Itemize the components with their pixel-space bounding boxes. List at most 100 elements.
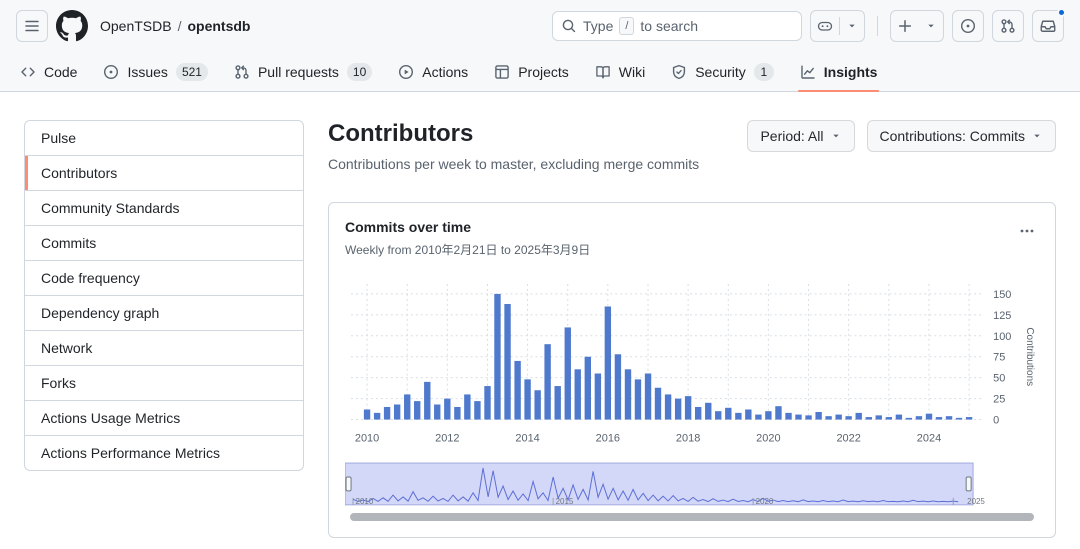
tab-security[interactable]: Security 1	[663, 52, 782, 91]
graph-icon	[800, 64, 816, 80]
your-issues-button[interactable]	[952, 10, 984, 42]
three-bars-icon	[24, 18, 40, 34]
tab-actions[interactable]: Actions	[390, 52, 476, 91]
kebab-horizontal-icon	[1019, 223, 1035, 239]
svg-text:2015: 2015	[556, 497, 574, 506]
tab-insights[interactable]: Insights	[792, 52, 886, 91]
horizontal-scrollbar[interactable]	[345, 513, 1039, 521]
breadcrumb-org-link[interactable]: OpenTSDB	[100, 18, 172, 34]
card-title: Commits over time	[345, 219, 590, 235]
tab-label: Code	[44, 64, 77, 80]
tab-pull-requests[interactable]: Pull requests 10	[226, 52, 380, 91]
sidebar-item-network[interactable]: Network	[25, 330, 303, 365]
issue-opened-icon	[960, 18, 976, 34]
plus-icon	[897, 18, 913, 34]
tab-label: Pull requests	[258, 64, 339, 80]
shield-icon	[671, 64, 687, 80]
tab-label: Actions	[422, 64, 468, 80]
svg-text:0: 0	[993, 415, 999, 427]
copilot-icon	[817, 18, 833, 34]
main-title-block: Contributors Contributions per week to m…	[328, 120, 699, 172]
tab-label: Security	[695, 64, 746, 80]
sidebar-item-pulse[interactable]: Pulse	[25, 121, 303, 155]
sidebar-item-dependency-graph[interactable]: Dependency graph	[25, 295, 303, 330]
contributions-dropdown-label: Contributions: Commits	[880, 128, 1026, 144]
tab-projects[interactable]: Projects	[486, 52, 577, 91]
tab-label: Issues	[127, 64, 167, 80]
sidebar-item-actions-performance-metrics[interactable]: Actions Performance Metrics	[25, 435, 303, 470]
breadcrumb: OpenTSDB / opentsdb	[100, 18, 250, 34]
page-title: Contributors	[328, 120, 699, 148]
github-logo[interactable]	[56, 10, 88, 42]
git-pull-request-icon	[1000, 18, 1016, 34]
svg-text:2018: 2018	[676, 432, 700, 444]
issue-opened-icon	[103, 64, 119, 80]
slash-key-hint: /	[619, 17, 634, 35]
tab-wiki[interactable]: Wiki	[587, 52, 653, 91]
pull-requests-count-badge: 10	[347, 63, 372, 81]
search-placeholder-prefix: Type	[583, 18, 613, 34]
svg-text:150: 150	[993, 289, 1011, 301]
create-new-dropdown-area[interactable]	[919, 11, 943, 41]
sidebar-item-contributors[interactable]: Contributors	[25, 155, 303, 190]
table-icon	[494, 64, 510, 80]
sidebar-item-community-standards[interactable]: Community Standards	[25, 190, 303, 225]
insights-sidebar: Pulse Contributors Community Standards C…	[24, 120, 304, 471]
contributions-dropdown-button[interactable]: Contributions: Commits	[867, 120, 1057, 152]
tab-label: Projects	[518, 64, 569, 80]
svg-text:2010: 2010	[355, 432, 379, 444]
search-icon	[561, 18, 577, 34]
page-subtitle: Contributions per week to master, exclud…	[328, 156, 699, 172]
tab-issues[interactable]: Issues 521	[95, 52, 216, 91]
page-content: Pulse Contributors Community Standards C…	[0, 92, 1080, 538]
svg-text:2025: 2025	[967, 497, 985, 506]
tab-code[interactable]: Code	[12, 52, 85, 91]
copilot-button[interactable]	[810, 10, 865, 42]
chart-range-brush[interactable]: 2010 2015 2020 2025	[345, 461, 1039, 507]
header-divider	[877, 16, 878, 36]
tab-label: Wiki	[619, 64, 645, 80]
issues-count-badge: 521	[176, 63, 208, 81]
create-new-button[interactable]	[890, 10, 944, 42]
your-pull-requests-button[interactable]	[992, 10, 1024, 42]
book-icon	[595, 64, 611, 80]
sidebar-item-commits[interactable]: Commits	[25, 225, 303, 260]
inbox-icon	[1040, 18, 1056, 34]
period-dropdown-button[interactable]: Period: All	[747, 120, 854, 152]
copilot-dropdown-area[interactable]	[840, 11, 864, 41]
svg-text:2016: 2016	[596, 432, 620, 444]
sidebar-item-forks[interactable]: Forks	[25, 365, 303, 400]
breadcrumb-separator: /	[178, 18, 182, 34]
svg-text:25: 25	[993, 394, 1005, 406]
sidebar-item-actions-usage-metrics[interactable]: Actions Usage Metrics	[25, 400, 303, 435]
search-placeholder-suffix: to search	[640, 18, 698, 34]
svg-text:100: 100	[993, 331, 1011, 343]
notifications-button[interactable]	[1032, 10, 1064, 42]
breadcrumb-repo-link[interactable]: opentsdb	[187, 18, 250, 34]
svg-text:2020: 2020	[756, 497, 774, 506]
git-pull-request-icon	[234, 64, 250, 80]
brush-minimap-chart[interactable]: 2010 2015 2020 2025	[345, 461, 1039, 507]
copilot-icon-area[interactable]	[811, 11, 839, 41]
svg-text:2010: 2010	[356, 497, 374, 506]
svg-text:125: 125	[993, 310, 1011, 322]
card-subtitle: Weekly from 2010年2月21日 to 2025年3月9日	[345, 241, 590, 258]
filter-buttons: Period: All Contributions: Commits	[747, 120, 1056, 152]
chevron-down-icon	[925, 20, 937, 32]
svg-text:2024: 2024	[917, 432, 941, 444]
search-input[interactable]: Type / to search	[552, 11, 802, 41]
svg-text:2012: 2012	[435, 432, 459, 444]
period-dropdown-label: Period: All	[760, 128, 823, 144]
create-new-plus-area[interactable]	[891, 11, 919, 41]
sidebar-item-code-frequency[interactable]: Code frequency	[25, 260, 303, 295]
horizontal-scrollbar-thumb[interactable]	[350, 513, 1034, 521]
tab-label: Insights	[824, 64, 878, 80]
header: OpenTSDB / opentsdb Type / to search	[0, 0, 1080, 52]
hamburger-menu-button[interactable]	[16, 10, 48, 42]
github-insights-page: OpenTSDB / opentsdb Type / to search	[0, 0, 1080, 538]
card-menu-button[interactable]	[1015, 219, 1039, 243]
svg-text:50: 50	[993, 373, 1005, 385]
card-title-block: Commits over time Weekly from 2010年2月21日…	[345, 219, 590, 258]
play-icon	[398, 64, 414, 80]
mark-github-icon	[56, 10, 88, 42]
